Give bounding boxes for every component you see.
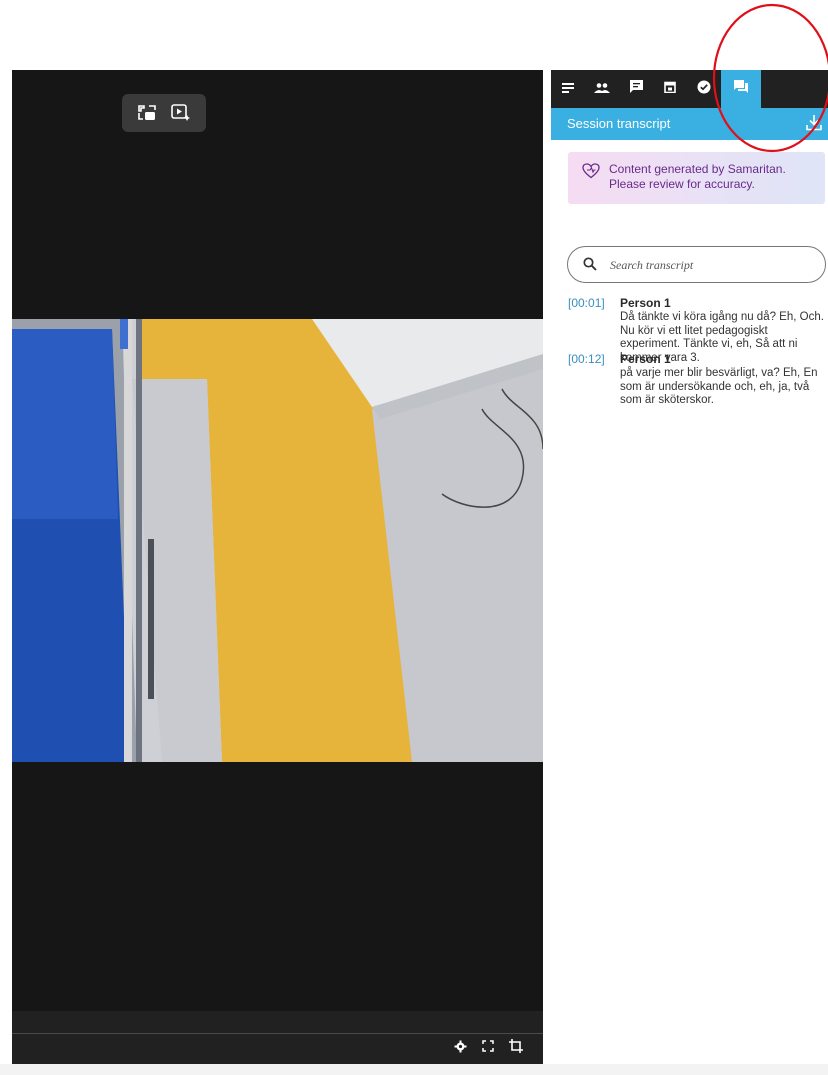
tab-assessment[interactable]	[687, 70, 721, 108]
panel-title: Session transcript	[567, 116, 671, 131]
transcript-speaker: Person 1	[620, 352, 671, 366]
ai-content-notice: Content generated by Samaritan. Please r…	[568, 152, 825, 204]
video-player[interactable]	[12, 70, 543, 1011]
fullscreen-icon[interactable]	[481, 1039, 495, 1053]
screen: Session transcript Content generated by …	[0, 0, 828, 1075]
tab-notes[interactable]	[551, 70, 585, 108]
progress-track[interactable]	[12, 1033, 543, 1034]
transcript-chat-icon	[734, 80, 748, 98]
page-bottom-strip	[0, 1064, 828, 1075]
transcript-search[interactable]	[567, 246, 826, 283]
tab-comments[interactable]	[619, 70, 653, 108]
heart-ai-icon	[582, 163, 600, 179]
calendar-icon	[664, 80, 676, 98]
ai-notice-line1: Content generated by Samaritan.	[609, 162, 786, 176]
video-control-bar	[12, 1011, 543, 1064]
panel-tab-bar	[551, 70, 828, 108]
search-icon	[583, 257, 599, 273]
tab-participants[interactable]	[585, 70, 619, 108]
play-ai-icon[interactable]	[169, 101, 193, 125]
download-icon[interactable]	[806, 114, 824, 132]
transcript-entry: [00:12] Person 1 på varje mer blir besvä…	[568, 352, 828, 412]
ai-notice-line2: Please review for accuracy.	[609, 177, 755, 191]
video-frame	[12, 319, 543, 762]
transcript-timestamp[interactable]: [00:12]	[568, 352, 605, 366]
video-overlay-controls	[122, 94, 206, 132]
tab-calendar[interactable]	[653, 70, 687, 108]
crop-icon[interactable]	[509, 1039, 523, 1053]
search-input[interactable]	[610, 255, 810, 275]
notes-lines-icon	[562, 80, 574, 98]
tab-transcript[interactable]	[721, 70, 761, 108]
transcript-speaker: Person 1	[620, 296, 671, 310]
check-circle-icon	[697, 80, 711, 99]
comment-icon	[629, 80, 643, 98]
people-icon	[594, 80, 610, 98]
transcript-text: på varje mer blir besvärligt, va? Eh, En…	[620, 367, 818, 406]
transcript-timestamp[interactable]: [00:01]	[568, 296, 605, 310]
exit-fullscreen-icon[interactable]	[135, 101, 159, 125]
settings-gear-icon[interactable]	[453, 1039, 467, 1053]
control-icons	[453, 1039, 523, 1053]
side-panel: Session transcript Content generated by …	[551, 70, 828, 1060]
panel-header: Session transcript	[551, 108, 828, 140]
